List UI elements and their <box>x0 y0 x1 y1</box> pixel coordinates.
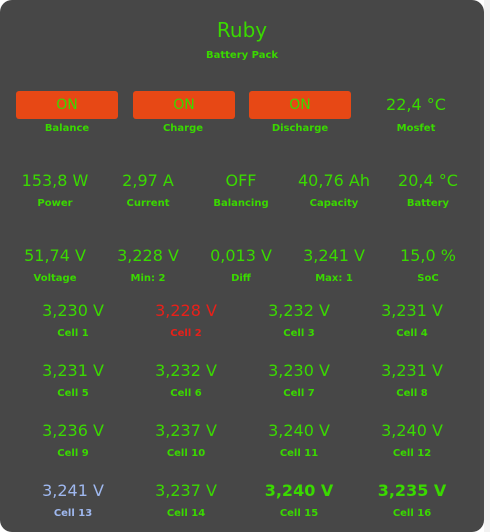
cell-9-voltage: 3,236 V <box>42 421 104 440</box>
cell-16-label: Cell 16 <box>392 508 432 519</box>
cell-7-voltage: 3,230 V <box>268 361 330 380</box>
cell-10-label: Cell 10 <box>166 448 206 459</box>
cell-16-voltage: 3,235 V <box>377 481 447 500</box>
cell-13-voltage: 3,241 V <box>42 481 104 500</box>
pack-name: Ruby <box>216 18 268 42</box>
cell-5-voltage: 3,231 V <box>42 361 104 380</box>
cell-5-label: Cell 5 <box>57 388 89 399</box>
cell-3-voltage: 3,232 V <box>268 301 330 320</box>
cell-6-voltage: 3,232 V <box>155 361 217 380</box>
cell-14-label: Cell 14 <box>166 508 206 519</box>
cell-2-voltage: 3,228 V <box>155 301 217 320</box>
cell-11-label: Cell 11 <box>279 448 319 459</box>
battery-temperature-value: 20,4 °C <box>398 171 458 190</box>
cell-1-label: Cell 1 <box>57 328 89 339</box>
cell-15-voltage: 3,240 V <box>264 481 334 500</box>
cell-15-label: Cell 15 <box>279 508 319 519</box>
charge-label: Charge <box>162 123 204 134</box>
cell-2-label: Cell 2 <box>170 328 202 339</box>
discharge-label: Discharge <box>271 123 329 134</box>
cell-7-label: Cell 7 <box>283 388 315 399</box>
cell-4-label: Cell 4 <box>396 328 428 339</box>
battery-card: Ruby Battery Pack ON Balance ON Charge O… <box>0 0 484 532</box>
cell-4-voltage: 3,231 V <box>381 301 443 320</box>
mosfet-temperature: 22,4 °C <box>386 95 446 114</box>
cell-8-voltage: 3,231 V <box>381 361 443 380</box>
charge-toggle-button[interactable]: ON <box>133 91 235 119</box>
cell-12-voltage: 3,240 V <box>381 421 443 440</box>
cell-9-label: Cell 9 <box>57 448 89 459</box>
cell-10-voltage: 3,237 V <box>155 421 217 440</box>
balance-label: Balance <box>44 123 90 134</box>
cell-6-label: Cell 6 <box>170 388 202 399</box>
pack-subtitle: Battery Pack <box>205 50 279 61</box>
cell-12-label: Cell 12 <box>392 448 432 459</box>
cell-1-voltage: 3,230 V <box>42 301 104 320</box>
page-scrollbar[interactable] <box>484 0 490 532</box>
battery-temperature-label: Battery <box>406 198 450 209</box>
soc-value: 15,0 % <box>400 246 456 265</box>
cell-3-label: Cell 3 <box>283 328 315 339</box>
mosfet-label: Mosfet <box>396 123 436 134</box>
balance-toggle-button[interactable]: ON <box>16 91 118 119</box>
cell-14-voltage: 3,237 V <box>155 481 217 500</box>
cell-8-label: Cell 8 <box>396 388 428 399</box>
soc-label: SoC <box>417 273 439 284</box>
cell-13-label: Cell 13 <box>53 508 93 519</box>
cell-11-voltage: 3,240 V <box>268 421 330 440</box>
discharge-toggle-button[interactable]: ON <box>249 91 351 119</box>
